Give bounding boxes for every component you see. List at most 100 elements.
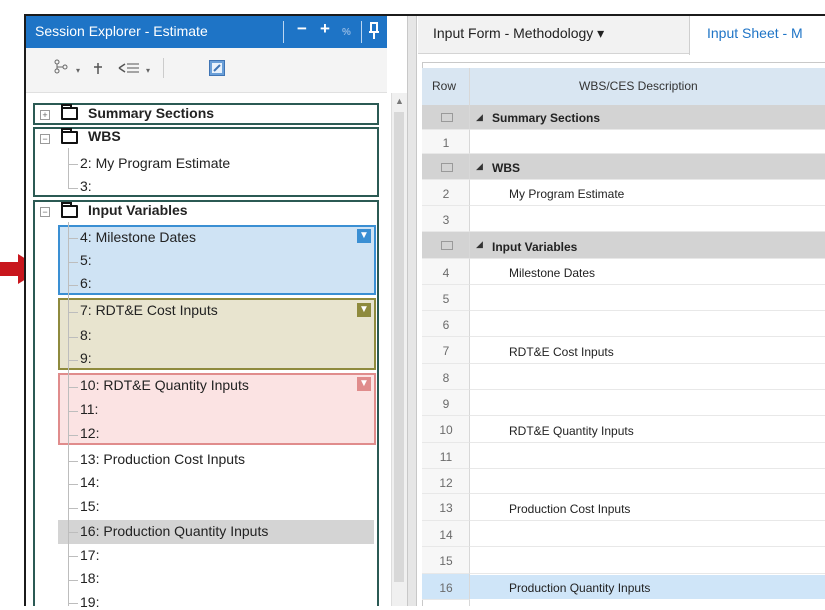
tree-node-7[interactable]: 7: RDT&E Cost Inputs [80,302,218,318]
folder-icon [441,241,453,250]
tree-connector [68,312,78,313]
expand-all-button[interactable]: + [320,19,330,39]
tree-node-13[interactable]: 13: Production Cost Inputs [80,451,245,467]
row-number: 8 [442,371,450,385]
filter-icon[interactable] [118,61,140,80]
tree-connector [68,556,78,557]
sort-icon[interactable] [92,61,104,80]
grid-row[interactable] [470,130,825,154]
row-number: 10 [439,423,453,437]
header-separator [283,21,284,43]
row-number: 12 [439,476,453,490]
open-folder-icon [61,202,78,218]
row-number: 7 [442,344,450,358]
row-number: 16 [439,581,453,595]
collapse-triangle-icon[interactable]: ◢ [476,112,483,123]
tree-node-16[interactable]: 16: Production Quantity Inputs [80,523,268,539]
row-number: 11 [439,450,453,464]
tree-node-12[interactable]: 12: [80,425,99,441]
grid-cell-description[interactable]: RDT&E Quantity Inputs [509,424,634,438]
grid-section-row[interactable] [470,154,825,180]
grid-cell-description[interactable]: Milestone Dates [509,266,595,280]
row-number: 15 [439,554,453,568]
grid-section-input-variables: Input Variables [492,240,578,254]
tree-connector [68,148,69,188]
collapse-triangle-icon[interactable]: ◢ [476,239,483,250]
grid-row[interactable] [470,390,825,416]
grid-row[interactable] [470,364,825,390]
tree-node-summary-sections[interactable]: Summary Sections [88,105,214,121]
tree-node-input-variables[interactable]: Input Variables [88,202,188,218]
tree-connector [68,360,78,361]
collapse-icon[interactable]: − [40,207,50,217]
tree-connector [68,164,78,165]
tree-node-17[interactable]: 17: [80,547,99,563]
chevron-down-icon[interactable]: ▾ [76,66,80,75]
column-header-row-number[interactable]: Row [432,79,456,93]
grid-row[interactable] [470,206,825,232]
pin-icon[interactable] [368,21,380,46]
tree-connector [68,222,69,606]
row-number: 6 [442,318,450,332]
tree-node-14[interactable]: 14: [80,474,99,490]
percent-button[interactable]: % [342,23,351,43]
collapse-icon[interactable]: − [40,134,50,144]
panel-splitter[interactable] [407,16,417,606]
tree-node-3[interactable]: 3: [80,178,92,194]
grid-row[interactable] [470,311,825,337]
tree-view-icon[interactable] [53,59,69,80]
olive-dropdown-icon[interactable]: ▼ [357,303,371,317]
tree-node-10[interactable]: 10: RDT&E Quantity Inputs [80,377,249,393]
collapse-triangle-icon[interactable]: ◢ [476,161,483,172]
tree-node-5[interactable]: 5: [80,252,92,268]
tree-connector [68,262,78,263]
grid-row[interactable] [470,547,825,574]
grid-row[interactable] [470,521,825,547]
tree-connector [68,411,78,412]
tree-node-2[interactable]: 2: My Program Estimate [80,155,230,171]
row-number: 1 [442,136,450,150]
tree-node-4[interactable]: 4: Milestone Dates [80,229,196,245]
scrollbar-thumb[interactable] [394,112,404,582]
grid-cell-description[interactable]: Production Quantity Inputs [509,581,650,595]
row-number: 4 [442,266,450,280]
grid-section-summary: Summary Sections [492,111,601,125]
grid-cell-description[interactable]: My Program Estimate [509,187,624,201]
tree-node-wbs[interactable]: WBS [88,128,121,144]
collapse-all-button[interactable]: − [297,19,307,39]
column-header-description[interactable]: WBS/CES Description [579,79,698,93]
tree-node-19[interactable]: 19: [80,594,99,610]
tab-input-sheet-label[interactable]: Input Sheet - M [707,25,803,41]
session-explorer-toolbar [26,48,387,93]
expand-icon[interactable]: + [40,110,50,120]
grid-row[interactable] [470,469,825,494]
folder-icon [61,104,78,120]
tree-connector [68,387,78,388]
chevron-down-icon[interactable]: ▾ [146,66,150,75]
tree-node-9[interactable]: 9: [80,350,92,366]
tree-node-11[interactable]: 11: [80,401,98,417]
tree-connector [68,188,78,189]
tree-connector [68,238,78,239]
tree-connector [68,461,78,462]
tree-node-15[interactable]: 15: [80,498,99,514]
tree-node-18[interactable]: 18: [80,570,99,586]
grid-row[interactable] [470,285,825,311]
blue-dropdown-icon[interactable]: ▼ [357,229,371,243]
tree-node-6[interactable]: 6: [80,275,92,291]
session-explorer-title: Session Explorer - Estimate [35,23,208,39]
row-number: 9 [442,397,450,411]
grid-row[interactable] [470,443,825,469]
grid-cell-description[interactable]: RDT&E Cost Inputs [509,345,614,359]
grid-cell-description[interactable]: Production Cost Inputs [509,502,630,516]
scroll-up-arrow-icon[interactable]: ▲ [395,96,404,106]
row-number: 2 [442,187,450,201]
tab-input-form-methodology-label[interactable]: Input Form - Methodology ▾ [433,25,604,42]
folder-icon [441,113,453,122]
tree-connector [68,484,78,485]
tree-node-8[interactable]: 8: [80,327,92,343]
edit-icon[interactable] [209,60,225,76]
row-number: 13 [439,501,453,515]
row-number: 5 [442,292,450,306]
red-dropdown-icon[interactable]: ▼ [357,377,371,391]
